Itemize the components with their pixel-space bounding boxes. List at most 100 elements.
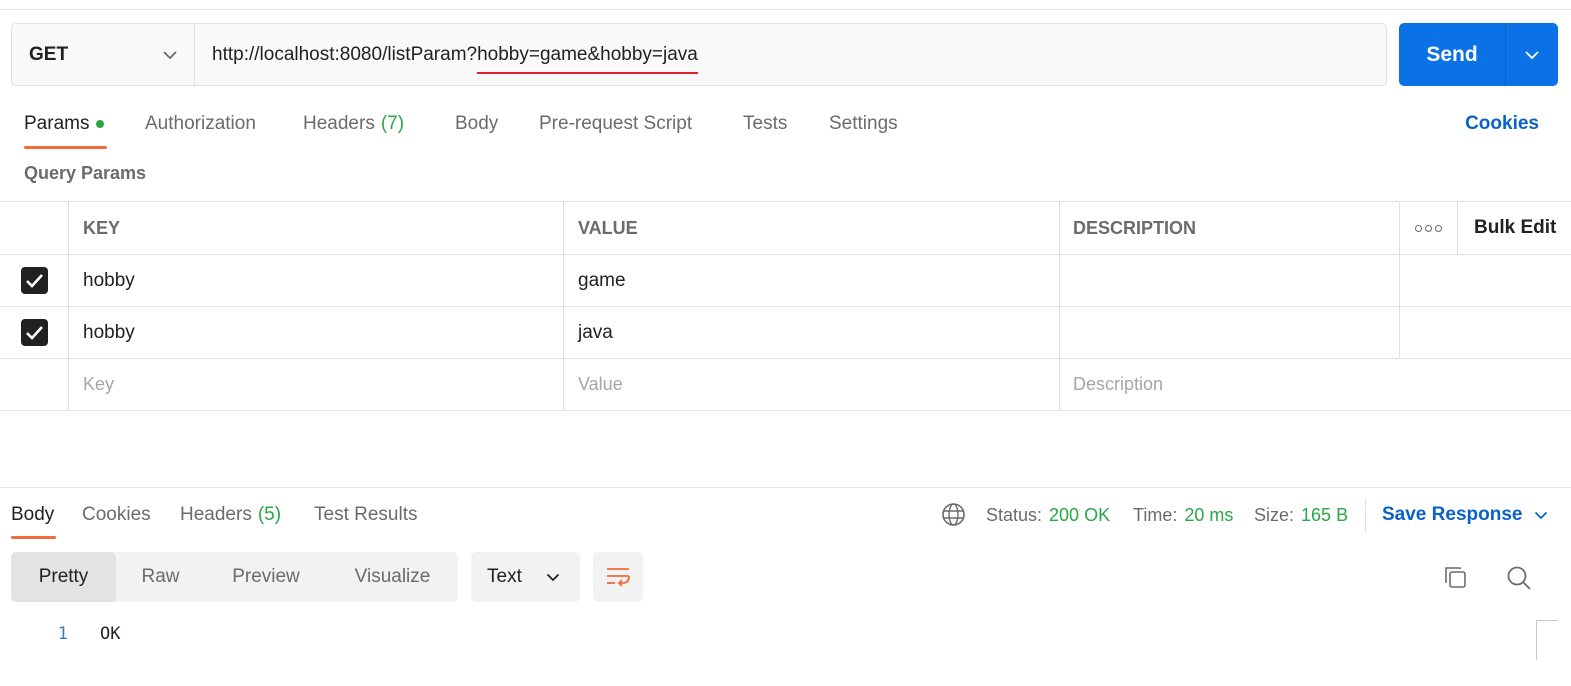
copy-icon[interactable] bbox=[1443, 565, 1468, 590]
tab-settings[interactable]: Settings bbox=[829, 107, 898, 141]
tab-label: Params bbox=[24, 113, 90, 134]
tab-tests[interactable]: Tests bbox=[743, 107, 787, 141]
time-readout[interactable]: Time: 20 ms bbox=[1133, 498, 1233, 532]
chevron-down-icon bbox=[1535, 511, 1548, 519]
tab-params[interactable]: Params bbox=[24, 107, 105, 141]
tab-count: (5) bbox=[257, 504, 282, 525]
response-body-text[interactable]: OK bbox=[100, 624, 120, 644]
size-readout[interactable]: Size: 165 B bbox=[1254, 498, 1348, 532]
param-key-input[interactable]: hobby bbox=[69, 255, 564, 306]
globe-icon[interactable] bbox=[941, 502, 966, 527]
response-body-line: 1 OK bbox=[0, 620, 121, 648]
time-value: 20 ms bbox=[1184, 504, 1234, 525]
status-readout[interactable]: Status: 200 OK bbox=[986, 498, 1110, 532]
save-response-button[interactable]: Save Response bbox=[1382, 498, 1548, 532]
tab-body[interactable]: Body bbox=[455, 107, 498, 141]
header-description: DESCRIPTION bbox=[1060, 202, 1400, 254]
tab-label: Body bbox=[455, 113, 499, 134]
size-label: Size: bbox=[1254, 504, 1295, 525]
tab-pre-request-script[interactable]: Pre-request Script bbox=[539, 107, 692, 141]
header-key: KEY bbox=[69, 202, 564, 254]
row-trailing-cell bbox=[1400, 307, 1571, 358]
chevron-down-icon bbox=[546, 573, 560, 581]
send-options-button[interactable] bbox=[1505, 23, 1558, 86]
query-params-heading: Query Params bbox=[24, 163, 147, 183]
tab-label: Authorization bbox=[145, 113, 256, 134]
check-icon bbox=[25, 325, 43, 340]
row-check-cell bbox=[0, 359, 69, 410]
chevron-down-icon bbox=[1525, 50, 1539, 59]
header-value: VALUE bbox=[564, 202, 1060, 254]
row-check-cell bbox=[0, 307, 69, 358]
tab-label: Test Results bbox=[314, 504, 418, 525]
more-icon bbox=[1415, 224, 1442, 232]
tab-label: Cookies bbox=[82, 504, 151, 525]
url-input[interactable]: http://localhost:8080/listParam? hobby=ga… bbox=[195, 24, 1386, 85]
new-description-input[interactable]: Description bbox=[1060, 359, 1571, 410]
tab-label: Pre-request Script bbox=[539, 113, 693, 134]
url-base: http://localhost:8080/listParam? bbox=[212, 43, 478, 65]
send-button-group: Send bbox=[1399, 23, 1558, 86]
wrap-lines-icon bbox=[607, 568, 630, 587]
status-separator bbox=[1365, 498, 1366, 532]
method-select[interactable]: GET bbox=[12, 24, 195, 85]
bulk-edit-button[interactable]: Bulk Edit bbox=[1458, 202, 1571, 254]
cookies-link[interactable]: Cookies bbox=[1465, 107, 1539, 141]
size-value: 165 B bbox=[1301, 504, 1349, 525]
search-icon[interactable] bbox=[1506, 565, 1532, 591]
response-tab-headers[interactable]: Headers (5) bbox=[180, 498, 281, 532]
param-description-input[interactable] bbox=[1060, 307, 1400, 358]
status-label: Status: bbox=[986, 504, 1043, 525]
tab-label: Tests bbox=[743, 113, 788, 134]
more-options-button[interactable] bbox=[1400, 202, 1458, 254]
top-divider bbox=[0, 9, 1571, 10]
param-value-input[interactable]: java bbox=[564, 307, 1060, 358]
param-key-input[interactable]: hobby bbox=[69, 307, 564, 358]
modified-dot-icon bbox=[96, 120, 105, 128]
response-tab-test-results[interactable]: Test Results bbox=[314, 498, 417, 532]
header-check-cell bbox=[0, 202, 69, 254]
param-checkbox[interactable] bbox=[20, 267, 48, 294]
view-mode-preview[interactable]: Preview bbox=[205, 552, 327, 602]
view-mode-pretty[interactable]: Pretty bbox=[11, 552, 116, 602]
tab-label: Headers bbox=[303, 113, 375, 134]
active-tab-indicator bbox=[24, 146, 107, 149]
view-mode-raw[interactable]: Raw bbox=[116, 552, 205, 602]
response-tab-cookies[interactable]: Cookies bbox=[82, 498, 151, 532]
format-select[interactable]: Text bbox=[471, 552, 580, 602]
send-button[interactable]: Send bbox=[1399, 23, 1505, 86]
url-query: hobby=game&hobby=java bbox=[477, 43, 698, 74]
view-mode-toggle: Pretty Raw Preview Visualize bbox=[11, 552, 458, 602]
request-tabs: Params Authorization Headers (7) Body Pre… bbox=[0, 107, 1571, 151]
tab-label: Headers bbox=[180, 504, 252, 525]
line-number: 1 bbox=[57, 624, 68, 644]
url-bar: GET http://localhost:8080/listParam? hobb… bbox=[11, 23, 1387, 86]
tab-label: Settings bbox=[829, 113, 898, 134]
new-value-input[interactable]: Value bbox=[564, 359, 1060, 410]
response-tab-body[interactable]: Body bbox=[11, 498, 54, 532]
method-label: GET bbox=[29, 43, 69, 65]
editor-scroll-corner bbox=[1536, 620, 1558, 660]
response-divider[interactable] bbox=[0, 487, 1571, 488]
row-trailing-cell bbox=[1400, 255, 1571, 306]
table-header: KEY VALUE DESCRIPTION Bulk Edit bbox=[0, 202, 1571, 255]
tab-headers[interactable]: Headers (7) bbox=[303, 107, 404, 141]
new-key-input[interactable]: Key bbox=[69, 359, 564, 410]
chevron-down-icon bbox=[163, 50, 177, 59]
params-table: KEY VALUE DESCRIPTION Bulk Edit hobby ga… bbox=[0, 201, 1571, 411]
table-row: hobby game bbox=[0, 255, 1571, 307]
check-icon bbox=[25, 273, 43, 288]
tab-label: Body bbox=[11, 504, 55, 525]
param-description-input[interactable] bbox=[1060, 255, 1400, 306]
param-value-input[interactable]: game bbox=[564, 255, 1060, 306]
table-row: hobby java bbox=[0, 307, 1571, 359]
save-response-label: Save Response bbox=[1382, 504, 1523, 525]
active-response-tab-indicator bbox=[11, 536, 56, 539]
row-check-cell bbox=[0, 255, 69, 306]
tab-authorization[interactable]: Authorization bbox=[145, 107, 256, 141]
format-label: Text bbox=[487, 566, 522, 587]
time-label: Time: bbox=[1133, 504, 1178, 525]
view-mode-visualize[interactable]: Visualize bbox=[327, 552, 458, 602]
wrap-lines-button[interactable] bbox=[593, 552, 643, 602]
param-checkbox[interactable] bbox=[20, 319, 48, 346]
